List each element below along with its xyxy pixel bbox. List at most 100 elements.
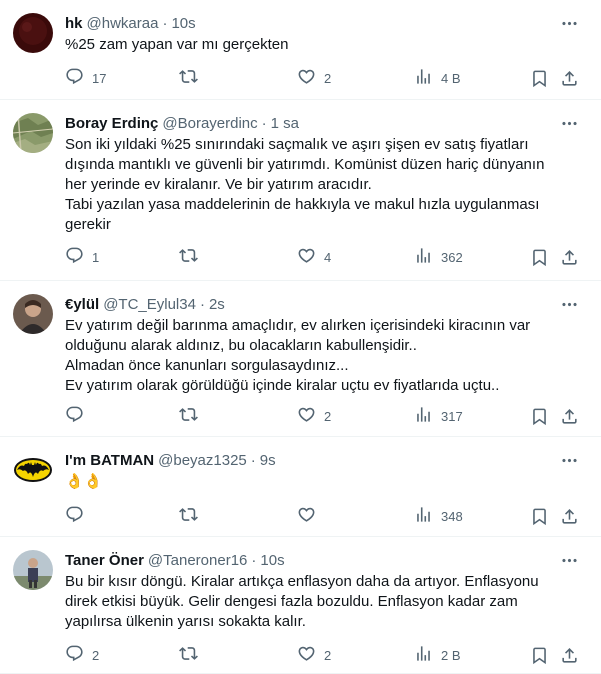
timestamp[interactable]: 1 sa xyxy=(271,115,299,132)
like-icon xyxy=(297,67,316,89)
timestamp[interactable]: 10s xyxy=(260,552,284,569)
timestamp[interactable]: 9s xyxy=(260,452,276,469)
reply-button[interactable]: 17 xyxy=(65,68,106,88)
tweet-text-line: Tabi yazılan yasa maddelerinin de hakkıy… xyxy=(65,196,540,213)
like-count: 2 xyxy=(324,647,332,663)
tweet-text-line: Almadan önce kanunları sorgulasaydınız..… xyxy=(65,357,349,374)
reply-icon xyxy=(65,505,84,527)
retweet-button[interactable] xyxy=(179,247,206,267)
tweet-header: I'm BATMAN @beyaz1325 · 9s xyxy=(65,450,276,470)
timestamp[interactable]: 10s xyxy=(171,15,195,32)
retweet-button[interactable] xyxy=(179,645,206,665)
views-count: 2 B xyxy=(441,647,461,663)
user-handle[interactable]: @Taneroner16 xyxy=(148,552,247,569)
reply-icon xyxy=(65,405,84,427)
action-bar: 2 2 2 B xyxy=(0,645,601,665)
retweet-icon xyxy=(179,246,198,268)
retweet-button[interactable] xyxy=(179,406,206,426)
reply-button[interactable]: 1 xyxy=(65,247,99,267)
action-bar: 1 4 362 xyxy=(0,247,601,267)
reply-button[interactable]: 2 xyxy=(65,645,99,665)
reply-count: 2 xyxy=(92,647,100,663)
display-name[interactable]: Taner Öner xyxy=(65,552,144,569)
views-button[interactable]: 2 B xyxy=(414,645,461,665)
tweet-header: €ylül @TC_Eylul34 · 2s xyxy=(65,294,225,314)
reply-button[interactable] xyxy=(65,506,92,526)
tweet[interactable]: Boray Erdinç @Borayerdinc · 1 sa Son iki… xyxy=(0,100,601,281)
views-icon xyxy=(414,644,433,666)
action-bar: 348 xyxy=(0,506,601,526)
more-icon[interactable] xyxy=(559,113,579,133)
avatar[interactable] xyxy=(13,450,53,490)
avatar[interactable] xyxy=(13,294,53,334)
views-icon xyxy=(414,67,433,89)
reply-count: 17 xyxy=(92,70,107,86)
more-icon[interactable] xyxy=(559,550,579,570)
views-button[interactable]: 348 xyxy=(414,506,463,526)
retweet-icon xyxy=(179,405,198,427)
bookmark-icon[interactable] xyxy=(529,645,549,665)
reply-button[interactable] xyxy=(65,406,92,426)
action-bar: 2 317 xyxy=(0,406,601,426)
tweet-text: Ev yatırım değil barınma amaçlıdır, ev a… xyxy=(65,316,585,396)
views-count: 4 B xyxy=(441,70,461,86)
reply-icon xyxy=(65,67,84,89)
avatar[interactable] xyxy=(13,13,53,53)
tweet-text-line: Son iki yıldaki %25 sınırındaki saçmalık… xyxy=(65,136,529,153)
tweet[interactable]: Taner Öner @Taneroner16 · 10s Bu bir kıs… xyxy=(0,537,601,674)
views-button[interactable]: 317 xyxy=(414,406,463,426)
views-count: 348 xyxy=(441,508,463,524)
views-icon xyxy=(414,505,433,527)
user-handle[interactable]: @TC_Eylul34 xyxy=(103,296,196,313)
user-handle[interactable]: @Borayerdinc xyxy=(162,115,257,132)
user-handle[interactable]: @hwkaraa xyxy=(87,15,159,32)
like-button[interactable]: 2 xyxy=(297,406,331,426)
share-icon[interactable] xyxy=(559,506,579,526)
tweet-text-line: Ev yatırım olarak görüldüğü içinde kiral… xyxy=(65,377,500,394)
display-name[interactable]: I'm BATMAN xyxy=(65,452,154,469)
tweet-header: Boray Erdinç @Borayerdinc · 1 sa xyxy=(65,113,299,133)
tweet-text-line: her yerinde ev kiralanır. Ve bir yatırım… xyxy=(65,176,372,193)
tweet-text-line: Bu bir kısır döngü. Kiralar artıkça enfl… xyxy=(65,573,539,590)
more-icon[interactable] xyxy=(559,450,579,470)
timestamp[interactable]: 2s xyxy=(209,296,225,313)
tweet-text-line: direk etkisi büyük. Gelir dengesi fazla … xyxy=(65,593,518,610)
tweet-header: hk @hwkaraa · 10s xyxy=(65,13,196,33)
like-icon xyxy=(297,405,316,427)
retweet-button[interactable] xyxy=(179,68,206,88)
bookmark-icon[interactable] xyxy=(529,68,549,88)
action-bar: 17 2 4 B xyxy=(0,68,601,88)
tweet[interactable]: hk @hwkaraa · 10s %25 zam yapan var mı g… xyxy=(0,0,601,100)
like-button[interactable]: 2 xyxy=(297,68,331,88)
avatar[interactable] xyxy=(13,550,53,590)
separator: · xyxy=(251,551,257,569)
tweet[interactable]: €ylül @TC_Eylul34 · 2s Ev yatırım değil … xyxy=(0,281,601,437)
share-icon[interactable] xyxy=(559,406,579,426)
display-name[interactable]: hk xyxy=(65,15,83,32)
share-icon[interactable] xyxy=(559,247,579,267)
like-button[interactable]: 4 xyxy=(297,247,331,267)
user-handle[interactable]: @beyaz1325 xyxy=(158,452,247,469)
avatar[interactable] xyxy=(13,113,53,153)
share-icon[interactable] xyxy=(559,645,579,665)
bookmark-icon[interactable] xyxy=(529,506,549,526)
bookmark-icon[interactable] xyxy=(529,406,549,426)
tweet-text-line: yapılırsa ülkenin yarısı sokakta kalır. xyxy=(65,613,306,630)
separator: · xyxy=(261,114,267,132)
tweet-text-line: olduğunu alarak aldınız, bu olacakların … xyxy=(65,337,417,354)
like-button[interactable]: 2 xyxy=(297,645,331,665)
like-icon xyxy=(297,644,316,666)
tweet[interactable]: I'm BATMAN @beyaz1325 · 9s 👌👌 348 xyxy=(0,437,601,537)
bookmark-icon[interactable] xyxy=(529,247,549,267)
retweet-button[interactable] xyxy=(179,506,206,526)
views-button[interactable]: 4 B xyxy=(414,68,461,88)
like-button[interactable] xyxy=(297,506,324,526)
display-name[interactable]: €ylül xyxy=(65,296,99,313)
more-icon[interactable] xyxy=(559,294,579,314)
separator: · xyxy=(199,295,205,313)
display-name[interactable]: Boray Erdinç xyxy=(65,115,158,132)
more-icon[interactable] xyxy=(559,13,579,33)
tweet-text-line: gerekir xyxy=(65,216,111,233)
views-button[interactable]: 362 xyxy=(414,247,463,267)
share-icon[interactable] xyxy=(559,68,579,88)
